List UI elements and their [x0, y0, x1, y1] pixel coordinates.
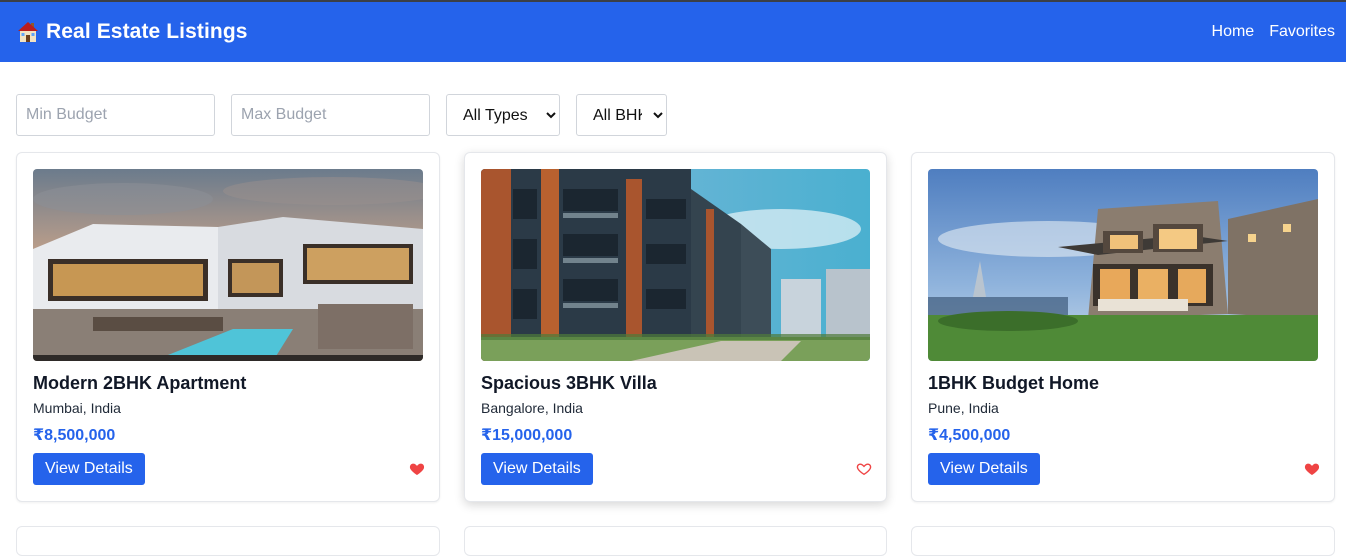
listing-card[interactable]: Modern 2BHK Apartment Mumbai, India ₹8,5…: [16, 152, 440, 502]
brand[interactable]: Real Estate Listings: [17, 2, 248, 62]
listing-photo[interactable]: [481, 169, 870, 361]
nav-favorites-link[interactable]: Favorites: [1269, 23, 1335, 41]
listing-card-partial[interactable]: [16, 526, 440, 556]
listing-title: Spacious 3BHK Villa: [481, 373, 657, 393]
min-budget-input[interactable]: [16, 94, 215, 136]
listing-price: ₹4,500,000: [928, 427, 1011, 444]
listing-card[interactable]: 1BHK Budget Home Pune, India ₹4,500,000 …: [911, 152, 1335, 502]
top-nav: Home Favorites: [1212, 2, 1335, 62]
heart-outline-icon[interactable]: [856, 461, 872, 477]
view-details-button[interactable]: View Details: [33, 453, 145, 485]
bhk-select[interactable]: All BHK: [576, 94, 667, 136]
max-budget-input[interactable]: [231, 94, 430, 136]
house-icon: [17, 21, 39, 43]
view-details-button[interactable]: View Details: [481, 453, 593, 485]
view-details-button[interactable]: View Details: [928, 453, 1040, 485]
listing-location: Bangalore, India: [481, 400, 583, 416]
app-title: Real Estate Listings: [46, 20, 248, 43]
property-type-select[interactable]: All Types: [446, 94, 560, 136]
listing-location: Mumbai, India: [33, 400, 121, 416]
heart-filled-icon[interactable]: [1304, 461, 1320, 477]
listing-location: Pune, India: [928, 400, 999, 416]
listing-photo[interactable]: [928, 169, 1318, 361]
nav-home-link[interactable]: Home: [1212, 23, 1255, 41]
app-header: Real Estate Listings Home Favorites: [0, 2, 1346, 62]
listing-title: 1BHK Budget Home: [928, 373, 1100, 393]
listing-card-partial[interactable]: [464, 526, 887, 556]
listing-price: ₹8,500,000: [33, 427, 116, 444]
heart-filled-icon[interactable]: [409, 461, 425, 477]
listing-price: ₹15,000,000: [481, 427, 573, 444]
listing-photo[interactable]: [33, 169, 423, 361]
listing-title: Modern 2BHK Apartment: [33, 373, 247, 393]
listing-card[interactable]: Spacious 3BHK Villa Bangalore, India ₹15…: [464, 152, 887, 502]
listing-card-partial[interactable]: [911, 526, 1335, 556]
